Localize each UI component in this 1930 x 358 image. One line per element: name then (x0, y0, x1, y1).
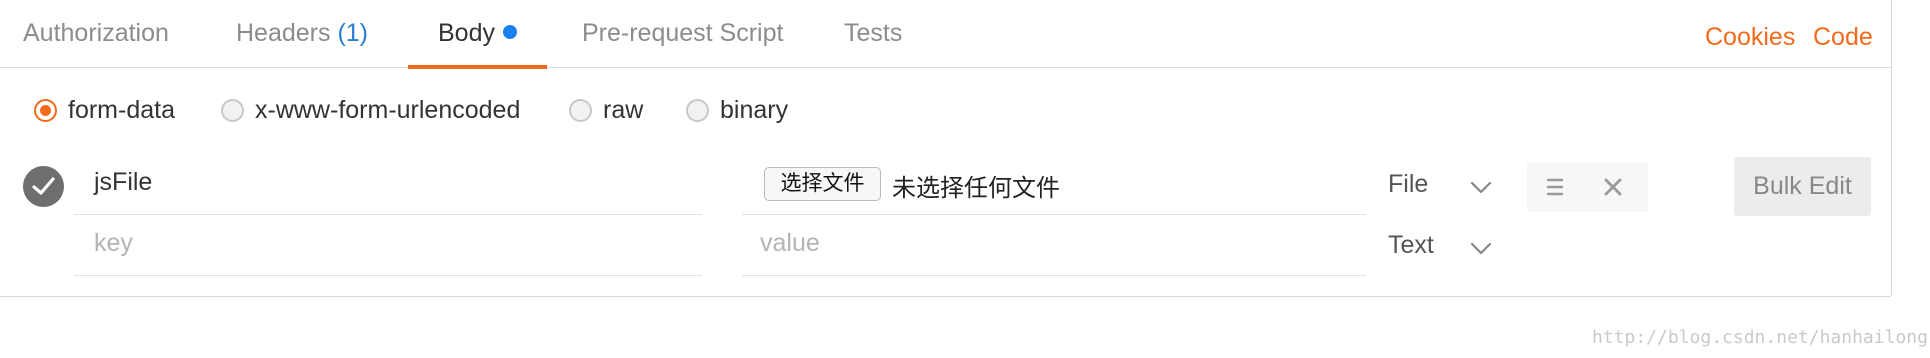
chevron-down-icon (1470, 181, 1492, 194)
key-input-row-1[interactable]: jsFile (94, 168, 152, 197)
radio-binary-circle[interactable] (686, 99, 709, 122)
key-input-row-1-underline (74, 214, 702, 215)
value-input-row-1-underline (742, 214, 1366, 215)
request-tab-bar: Authorization Headers (1) Body Pre-reque… (0, 0, 1891, 69)
key-input-row-2[interactable]: key (94, 229, 133, 258)
type-select-row-2-value: Text (1388, 231, 1434, 259)
tab-body[interactable]: Body (408, 0, 547, 69)
code-link[interactable]: Code (1813, 0, 1873, 68)
tab-pre-request-script-label: Pre-request Script (582, 19, 784, 47)
tab-headers[interactable]: Headers (1) (236, 0, 368, 68)
cookies-link[interactable]: Cookies (1705, 0, 1795, 68)
request-body-panel: Authorization Headers (1) Body Pre-reque… (0, 0, 1892, 297)
checkmark-icon (32, 177, 55, 195)
radio-raw-circle[interactable] (569, 99, 592, 122)
radio-urlencoded-circle[interactable] (221, 99, 244, 122)
radio-urlencoded-label: x-www-form-urlencoded (255, 96, 521, 124)
radio-binary-label: binary (720, 96, 789, 124)
bulk-edit-button[interactable]: Bulk Edit (1734, 157, 1871, 216)
close-icon (1604, 178, 1622, 196)
row-1-actions (1527, 162, 1648, 212)
radio-form-data-label: form-data (68, 96, 175, 124)
key-input-row-2-underline (74, 275, 702, 276)
drag-handle-icon (1546, 178, 1564, 196)
headers-count-badge: (1) (337, 19, 369, 47)
tab-pre-request-script[interactable]: Pre-request Script (582, 0, 783, 68)
radio-raw-label: raw (603, 96, 644, 124)
file-status-text: 未选择任何文件 (892, 175, 1060, 202)
value-input-row-2-underline (742, 275, 1366, 276)
row-enabled-checkbox[interactable] (23, 166, 64, 207)
chevron-down-icon (1470, 242, 1492, 255)
value-input-row-2[interactable]: value (760, 229, 820, 258)
radio-form-data-circle[interactable] (34, 99, 57, 122)
tab-authorization-label: Authorization (23, 19, 169, 47)
tab-body-label: Body (438, 19, 495, 47)
delete-row-button[interactable] (1585, 162, 1640, 212)
watermark: http://blog.csdn.net/hanhailong18 (1592, 327, 1930, 348)
tab-tests-label: Tests (844, 19, 903, 47)
tab-authorization[interactable]: Authorization (23, 0, 169, 68)
tab-headers-label: Headers (236, 19, 331, 47)
reorder-row-button[interactable] (1527, 162, 1582, 212)
type-select-row-1[interactable]: File (1388, 170, 1508, 204)
type-select-row-2[interactable]: Text (1388, 231, 1508, 265)
body-mode-selector: form-data x-www-form-urlencoded raw bina… (0, 90, 900, 130)
tab-tests[interactable]: Tests (844, 0, 902, 68)
choose-file-button[interactable]: 选择文件 (764, 167, 881, 201)
body-modified-indicator (502, 25, 517, 39)
type-select-row-1-value: File (1388, 170, 1429, 198)
